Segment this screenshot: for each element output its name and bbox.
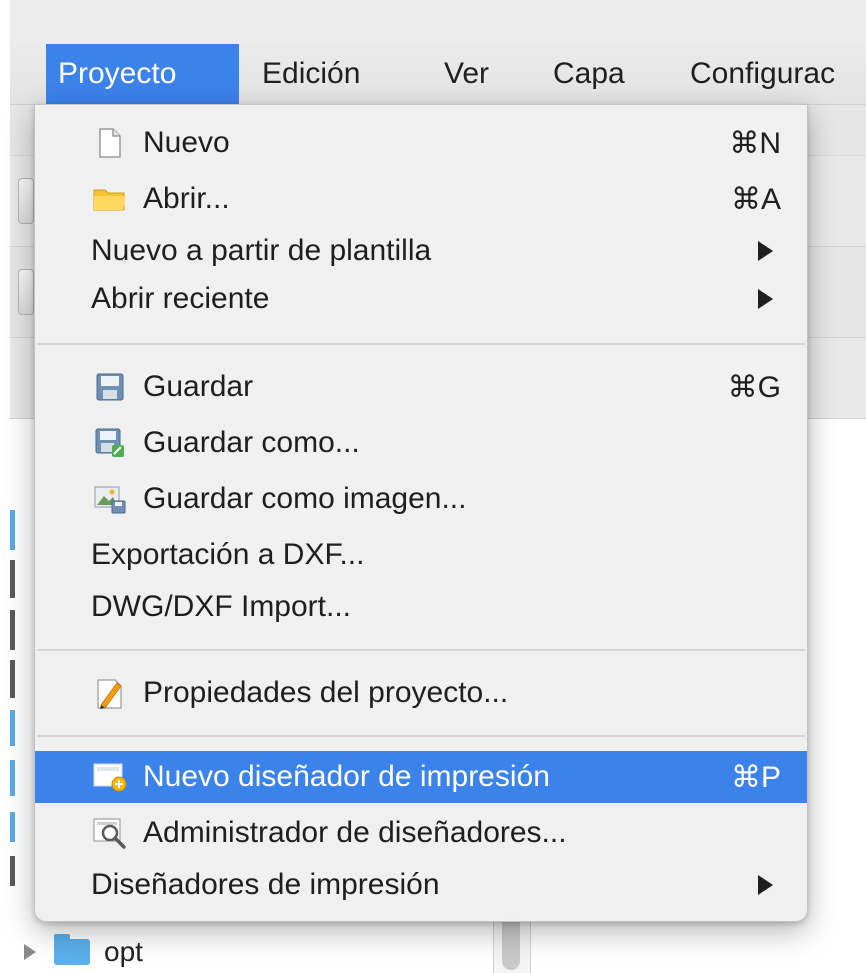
folder-icon: [54, 934, 90, 965]
menu-item-nuevo-plantilla[interactable]: Nuevo a partir de plantilla: [35, 225, 807, 277]
save-as-image-icon: [93, 482, 127, 516]
menu-item-disenadores-impresion[interactable]: Diseñadores de impresión: [35, 859, 807, 911]
new-print-layout-icon: [93, 760, 127, 794]
menu-item-administrador-disenadores[interactable]: Administrador de diseñadores...: [35, 807, 807, 859]
menu-item-guardar-como[interactable]: Guardar como...: [35, 417, 807, 469]
new-file-icon: [93, 126, 127, 160]
left-gutter: [0, 0, 10, 973]
submenu-arrow-icon: [758, 289, 773, 309]
menubar-proyecto[interactable]: Proyecto: [46, 44, 239, 104]
background-tree-item-opt[interactable]: opt: [10, 932, 143, 972]
menu-item-guardar[interactable]: Guardar ⌘G: [35, 361, 807, 413]
submenu-arrow-icon: [758, 875, 773, 895]
menubar-ver[interactable]: Ver: [432, 44, 501, 104]
menubar-capa[interactable]: Capa: [541, 44, 637, 104]
background-toolbar-button[interactable]: [18, 269, 34, 315]
menubar: Proyecto Edición Ver Capa Configurac: [10, 44, 866, 105]
submenu-arrow-icon: [758, 241, 773, 261]
project-properties-icon: [93, 676, 127, 710]
proyecto-menu: Nuevo ⌘N Abrir... ⌘A Nuevo a partir de p…: [34, 104, 808, 922]
menu-separator: [37, 343, 805, 345]
folder-open-icon: [93, 182, 127, 216]
save-icon: [93, 370, 127, 404]
menu-item-abrir-reciente[interactable]: Abrir reciente: [35, 273, 807, 325]
background-toolbar-button[interactable]: [18, 178, 34, 224]
shortcut-label: ⌘G: [727, 370, 781, 404]
app-window: opt Proyecto Edición Ver Capa Configurac…: [0, 0, 866, 973]
save-as-icon: [93, 426, 127, 460]
disclosure-triangle-icon[interactable]: [24, 944, 36, 960]
menubar-edicion[interactable]: Edición: [250, 44, 372, 104]
layout-manager-icon: [93, 816, 127, 850]
menu-item-propiedades-proyecto[interactable]: Propiedades del proyecto...: [35, 667, 807, 719]
shortcut-label: ⌘A: [730, 182, 781, 216]
menu-item-nuevo-disenador-impresion[interactable]: Nuevo diseñador de impresión ⌘P: [35, 751, 807, 803]
menubar-configuracion[interactable]: Configurac: [678, 44, 847, 104]
menu-item-guardar-imagen[interactable]: Guardar como imagen...: [35, 473, 807, 525]
menu-item-exportacion-dxf[interactable]: Exportación a DXF...: [35, 529, 807, 581]
menu-item-nuevo[interactable]: Nuevo ⌘N: [35, 117, 807, 169]
menu-separator: [37, 735, 805, 737]
shortcut-label: ⌘N: [729, 126, 781, 160]
menu-separator: [37, 649, 805, 651]
menu-item-abrir[interactable]: Abrir... ⌘A: [35, 173, 807, 225]
menu-item-dwg-dxf-import[interactable]: DWG/DXF Import...: [35, 581, 807, 633]
tree-item-label: opt: [104, 936, 143, 967]
shortcut-label: ⌘P: [730, 760, 781, 794]
